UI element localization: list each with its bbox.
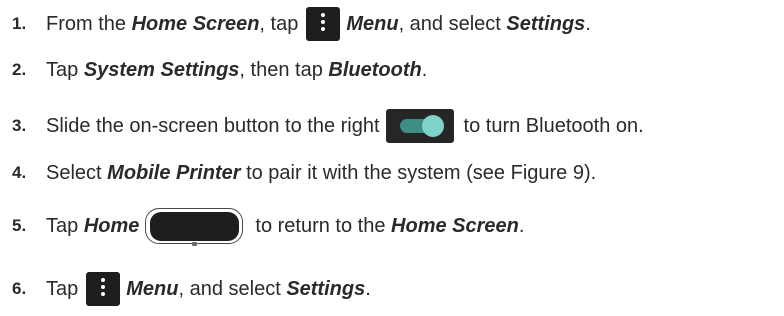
step-emphasis: Settings [506,13,586,35]
instruction-steps: 1. From the Home Screen , tap Menu , and… [0,0,784,316]
step-emphasis: Settings [286,278,366,300]
step-text: Slide the on-screen button to the right [46,115,380,137]
step-2: 2. Tap System Settings , then tap Blueto… [12,53,427,87]
step-text: Tap [46,215,84,237]
step-text: to pair it with the system (see Figure 9… [240,162,597,184]
step-text: Select [46,162,108,184]
toggle-switch-on-icon [385,109,454,143]
vertical-ellipsis-menu-icon [306,7,341,41]
step-text: to return to the [255,215,392,237]
step-text: to turn Bluetooth on. [463,115,644,137]
step-text: , tap [259,13,299,35]
step-number: 5. [12,216,27,235]
step-6: 6. Tap Menu , and select Settings . [12,272,371,306]
step-number: 3. [12,116,27,135]
step-3: 3. Slide the on-screen button to the rig… [12,109,644,143]
step-number: 1. [12,14,27,33]
step-text: . [585,13,591,35]
step-number: 4. [12,163,27,182]
step-text: . [518,215,525,237]
step-emphasis: Menu [346,13,399,35]
home-button-icon [145,206,245,246]
step-emphasis: Home Screen [131,13,260,35]
step-text: , and select [178,278,287,300]
step-text: From the [46,13,132,35]
step-emphasis: Bluetooth [328,59,422,81]
step-emphasis: Mobile Printer [107,162,241,184]
step-emphasis: Home [83,215,140,237]
step-emphasis: Menu [126,278,179,300]
step-text: . [421,59,428,81]
step-emphasis: Home Screen [391,215,519,237]
step-text: , and select [398,13,507,35]
step-number: 2. [12,60,27,79]
vertical-ellipsis-menu-icon [86,272,121,306]
step-text: Tap [46,278,79,300]
step-emphasis: System Settings [83,59,240,81]
step-5: 5. Tap Home to return to the Home Screen… [12,206,524,246]
step-1: 1. From the Home Screen , tap Menu , and… [12,7,591,41]
step-text: . [365,278,371,300]
step-text: Tap [46,59,84,81]
step-text: , then tap [239,59,329,81]
step-4: 4. Select Mobile Printer to pair it with… [12,156,596,190]
step-number: 6. [12,279,27,298]
